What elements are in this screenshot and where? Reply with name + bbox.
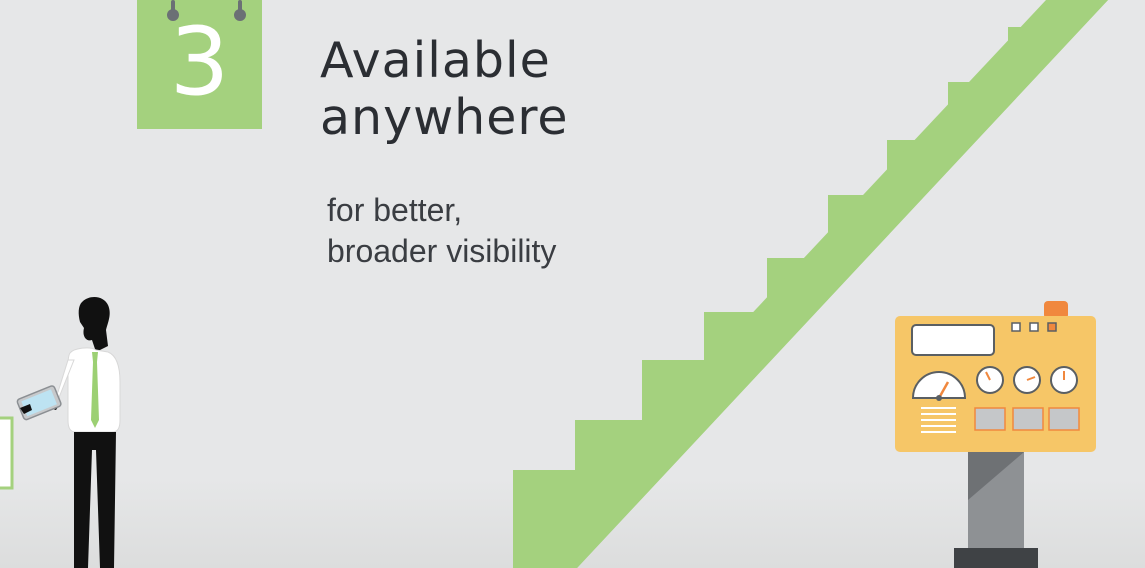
control-panel-machine-icon — [895, 301, 1096, 568]
